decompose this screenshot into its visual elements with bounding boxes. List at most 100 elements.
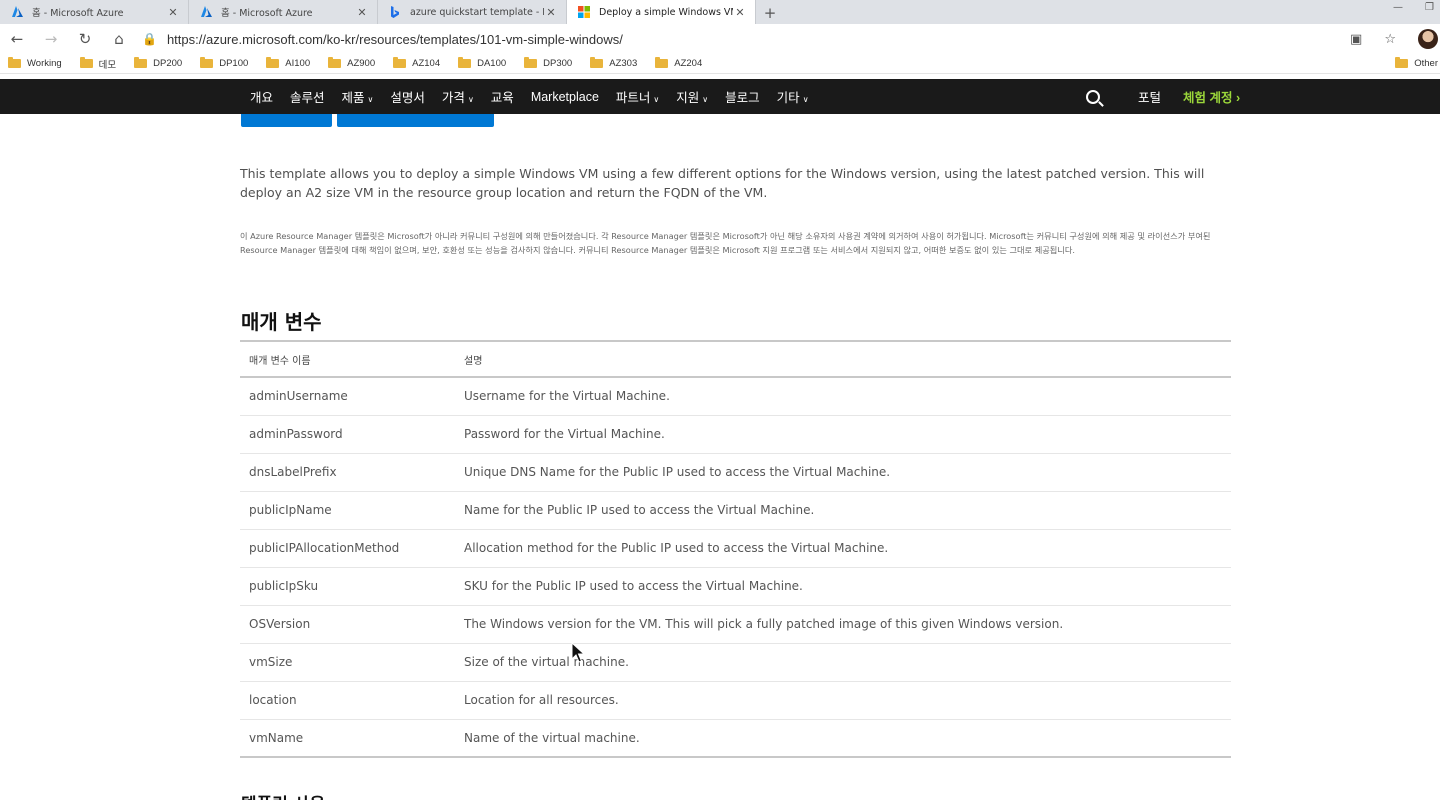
nav-item[interactable]: 제품 ∨ — [342, 87, 374, 106]
trial-account-link[interactable]: 체험 계정 › — [1183, 87, 1240, 106]
bookmark-folder[interactable]: 데모 — [79, 57, 117, 71]
folder-icon — [393, 57, 407, 68]
nav-item-label: 파트너 — [615, 91, 651, 105]
restore-icon[interactable]: ❐ — [1425, 2, 1434, 13]
nav-item[interactable]: 가격 ∨ — [442, 87, 474, 106]
chevron-down-icon: ∨ — [802, 95, 809, 104]
parameter-name: publicIpName — [240, 491, 464, 530]
bookmark-folder[interactable]: AZ303 — [590, 57, 638, 69]
table-row: publicIPAllocationMethod Allocation metho… — [240, 529, 1231, 568]
bookmark-folder[interactable]: AZ104 — [393, 57, 440, 69]
parameter-name: publicIpSku — [240, 567, 464, 606]
bookmark-label: DP200 — [153, 58, 183, 69]
bookmark-folder[interactable]: AZ204 — [655, 57, 702, 69]
bookmark-label: AZ900 — [347, 58, 376, 69]
browser-tab[interactable]: 홈 - Microsoft Azure ✕ — [0, 0, 189, 24]
nav-item-label: 기타 — [776, 91, 800, 105]
bookmark-folder[interactable]: DP200 — [134, 57, 183, 69]
other-bookmarks[interactable]: Other — [1395, 57, 1438, 69]
nav-item[interactable]: 지원 ∨ — [676, 87, 708, 106]
bookmark-label: AZ303 — [609, 58, 638, 69]
close-icon[interactable]: ✕ — [166, 6, 180, 19]
portal-link[interactable]: 포털 — [1138, 87, 1161, 106]
chevron-down-icon: ∨ — [367, 95, 374, 104]
parameters-heading: 매개 변수 — [241, 310, 322, 334]
browser-tab[interactable]: azure quickstart template - Bing✕ — [378, 0, 567, 24]
table-row: OSVersion The Windows version for the VM.… — [240, 605, 1231, 644]
folder-icon — [524, 57, 538, 68]
address-bar: ← → ↻ ⌂ 🔒 https://azure.microsoft.com/ko… — [0, 24, 1440, 54]
bookmark-label: AI100 — [285, 58, 311, 69]
tab-title: 홈 - Microsoft Azure — [221, 8, 313, 19]
refresh-icon[interactable]: ↻ — [68, 30, 102, 48]
search-icon[interactable] — [1086, 89, 1100, 104]
table-row: vmName Name of the virtual machine. — [240, 719, 1231, 758]
home-icon[interactable]: ⌂ — [102, 30, 136, 48]
nav-item-label: 가격 — [441, 91, 465, 105]
site-navigation: 개요 솔루션 제품 ∨ 설명서 가격 ∨ 교육 Marketplace 파트너 ∨ 지원 ∨ 블로그 기타 ∨… — [0, 79, 1440, 114]
new-tab-button[interactable]: + — [756, 2, 784, 24]
nav-item[interactable]: 교육 — [491, 87, 514, 106]
tab-title: 홈 - Microsoft Azure — [32, 8, 124, 19]
browser-tab[interactable]: Deploy a simple Windows VM ✕ — [567, 0, 756, 24]
profile-avatar[interactable] — [1418, 29, 1438, 49]
bookmark-folder[interactable]: DA100 — [458, 57, 507, 69]
nav-item-label: 개요 — [250, 91, 274, 105]
bookmark-folder[interactable]: DP300 — [524, 57, 573, 69]
parameter-name: publicIPAllocationMethod — [240, 529, 464, 568]
table-row: publicIpSku SKU for the Public IP used to… — [240, 567, 1231, 606]
forward-icon[interactable]: → — [34, 30, 68, 48]
nav-item[interactable]: 파트너 ∨ — [616, 87, 659, 106]
bookmark-label: Working — [27, 58, 62, 69]
community-disclaimer: 이 Azure Resource Manager 템플릿은 Microsoft가… — [240, 231, 1211, 255]
browser-tab[interactable]: 홈 - Microsoft Azure ✕ — [189, 0, 378, 24]
bookmark-label: DP300 — [543, 58, 573, 69]
close-icon[interactable]: ✕ — [733, 6, 747, 19]
nav-item[interactable]: 솔루션 — [290, 87, 325, 106]
browse-on-github-button[interactable] — [337, 114, 494, 127]
azure-icon — [199, 5, 213, 19]
nav-item[interactable]: 기타 ∨ — [777, 87, 809, 106]
parameter-description: The Windows version for the VM. This wil… — [464, 605, 1231, 644]
nav-item-label: 설명서 — [390, 91, 425, 105]
back-icon[interactable]: ← — [0, 30, 34, 48]
close-icon[interactable]: ✕ — [544, 6, 558, 19]
nav-item[interactable]: Marketplace — [531, 90, 599, 104]
parameter-name: vmSize — [240, 643, 464, 682]
table-row: adminUsername Username for the Virtual Ma… — [240, 377, 1231, 416]
reading-view-icon[interactable]: ▣ — [1350, 32, 1362, 47]
bookmark-folder[interactable]: Working — [8, 57, 62, 69]
folder-icon — [1395, 57, 1409, 68]
folder-icon — [266, 57, 280, 68]
bookmark-folder[interactable]: AZ900 — [328, 57, 376, 69]
microsoft-icon — [577, 5, 591, 19]
bookmark-folder[interactable]: AI100 — [266, 57, 311, 69]
parameter-description: SKU for the Public IP used to access the… — [464, 567, 1231, 606]
folder-icon — [328, 57, 342, 68]
parameter-name: location — [240, 681, 464, 720]
table-row: vmSize Size of the virtual machine. — [240, 643, 1231, 682]
bookmark-label: 데모 — [98, 59, 117, 71]
azure-icon — [10, 5, 24, 19]
bookmark-label: DA100 — [477, 58, 507, 69]
minimize-icon[interactable]: — — [1393, 2, 1403, 13]
parameters-table: 매개 변수 이름 설명 adminUsername Username for th… — [240, 340, 1231, 758]
nav-item-label: 제품 — [341, 91, 365, 105]
parameter-name: adminUsername — [240, 377, 464, 416]
url-field[interactable]: 🔒 https://azure.microsoft.com/ko-kr/reso… — [142, 32, 623, 47]
bookmark-label: DP100 — [219, 58, 249, 69]
close-icon[interactable]: ✕ — [355, 6, 369, 19]
folder-icon — [200, 57, 214, 68]
nav-item-label: 솔루션 — [290, 91, 325, 105]
folder-icon — [590, 57, 604, 68]
nav-item[interactable]: 개요 — [250, 87, 273, 106]
nav-item-label: 교육 — [490, 91, 514, 105]
nav-item[interactable]: 블로그 — [725, 87, 760, 106]
window-controls: — ❐ — [1393, 2, 1434, 13]
nav-item[interactable]: 설명서 — [390, 87, 425, 106]
table-header-row: 매개 변수 이름 설명 — [240, 341, 1231, 377]
bookmark-folder[interactable]: DP100 — [200, 57, 249, 69]
column-header-description: 설명 — [464, 355, 483, 367]
deploy-to-azure-button[interactable] — [241, 114, 332, 127]
favorite-star-icon[interactable]: ☆ — [1384, 32, 1396, 47]
